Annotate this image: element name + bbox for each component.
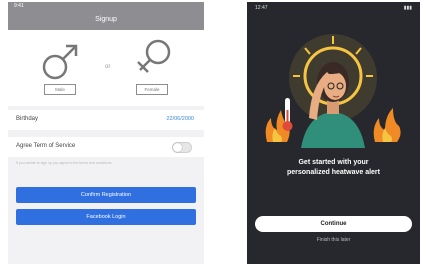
- female-icon[interactable]: [132, 36, 176, 84]
- status-time: 12:47: [255, 5, 268, 11]
- confirm-registration-button[interactable]: Confirm Registration: [16, 187, 196, 203]
- heatwave-onboarding-screen: 12:47 ▮▮▮ Get started with your personal…: [247, 2, 420, 264]
- terms-hint: If you decide to sign up you agree to th…: [16, 161, 112, 165]
- birthday-label: Birthday: [16, 116, 39, 122]
- gender-selector: Male or Female: [8, 30, 204, 106]
- male-icon[interactable]: [38, 40, 82, 84]
- headline-line-1: Get started with your: [298, 159, 369, 166]
- signup-screen: 9:41 Signup Male or Female Birthday 22/0…: [8, 2, 204, 264]
- terms-row: Agree Term of Service: [8, 137, 204, 157]
- headline-line-2: personalized heatwave alert: [287, 169, 380, 176]
- terms-toggle[interactable]: [172, 142, 192, 153]
- toggle-knob: [173, 143, 182, 152]
- facebook-login-button[interactable]: Facebook Login: [16, 209, 196, 225]
- flames-right: [373, 108, 401, 142]
- birthday-row[interactable]: Birthday 22/06/2000: [8, 110, 204, 130]
- heatwave-illustration: [265, 34, 401, 148]
- female-option-label[interactable]: Female: [136, 84, 168, 95]
- terms-label: Agree Term of Service: [16, 143, 76, 149]
- birthday-value[interactable]: 22/06/2000: [166, 116, 194, 122]
- or-label: or: [105, 64, 111, 70]
- status-time: 9:41: [14, 3, 24, 9]
- finish-later-link[interactable]: Finish this later: [247, 237, 420, 243]
- status-bar: 9:41: [8, 2, 204, 12]
- battery-icon: ▮▮▮: [403, 5, 412, 11]
- male-option-label[interactable]: Male: [44, 84, 76, 95]
- nav-bar: Signup: [8, 12, 204, 30]
- page-title: Signup: [95, 16, 117, 23]
- thermometer-icon: [282, 98, 293, 131]
- continue-button[interactable]: Continue: [255, 216, 412, 232]
